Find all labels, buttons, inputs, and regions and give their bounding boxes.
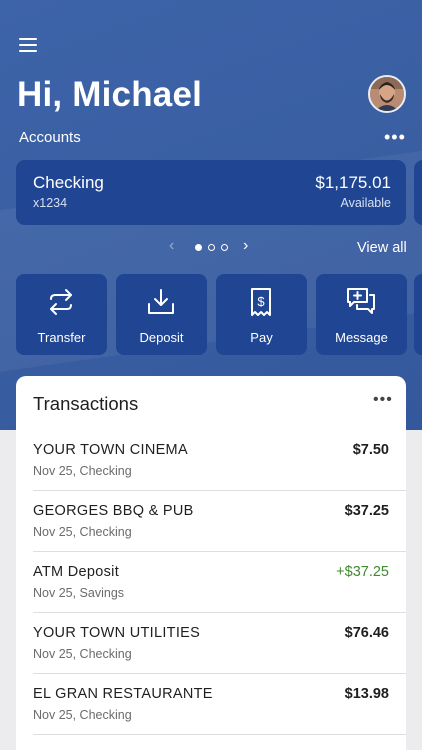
transaction-merchant: GEORGES BBQ & PUB [33, 503, 194, 519]
svg-text:$: $ [257, 294, 265, 309]
deposit-button[interactable]: Deposit [116, 274, 207, 355]
message-label: Message [335, 330, 388, 345]
transaction-row[interactable]: EL GRAN RESTAURANTE Nov 25, Checking $13… [16, 674, 406, 735]
message-icon [347, 288, 375, 314]
greeting-title: Hi, Michael [17, 75, 203, 114]
transaction-merchant: YOUR TOWN CINEMA [33, 442, 188, 458]
pay-bill-icon: $ [251, 288, 271, 316]
transaction-row[interactable]: ATM Deposit Nov 25, Savings +$37.25 [16, 552, 406, 613]
message-button[interactable]: Message [316, 274, 407, 355]
avatar[interactable] [368, 75, 406, 113]
transaction-row[interactable]: YOUR TOWN UTILITIES Nov 25, Checking $76… [16, 613, 406, 674]
transfer-button[interactable]: Transfer [16, 274, 107, 355]
page-dot [208, 244, 215, 251]
transaction-merchant: ATM Deposit [33, 564, 120, 580]
transaction-merchant: YOUR TOWN UTILITIES [33, 625, 201, 641]
deposit-label: Deposit [139, 330, 184, 345]
menu-icon[interactable] [19, 37, 39, 53]
more-horizontal-icon[interactable]: ••• [384, 127, 408, 147]
carousel-pager: ‹ › [165, 237, 260, 257]
transaction-meta: Nov 25, Checking [33, 708, 132, 722]
transfer-label: Transfer [37, 330, 86, 345]
transactions-card: Transactions ••• YOUR TOWN CINEMA Nov 25… [16, 376, 406, 750]
account-card-checking[interactable]: Checking x1234 $1,175.01 Available [16, 160, 406, 225]
transaction-amount-credit: +$37.25 [336, 564, 389, 580]
transaction-meta: Nov 25, Savings [33, 586, 125, 600]
more-actions-card[interactable] [414, 274, 422, 355]
transaction-meta: Nov 25, Checking [33, 647, 132, 661]
accounts-label: Accounts [19, 129, 81, 146]
more-horizontal-icon[interactable]: ••• [373, 391, 393, 409]
transactions-title: Transactions [33, 393, 139, 414]
next-account-card[interactable] [414, 160, 422, 225]
page-dot-active [195, 244, 202, 251]
account-balance: $1,175.01 [315, 173, 391, 192]
transaction-meta: Nov 25, Checking [33, 525, 132, 539]
chevron-left-icon[interactable]: ‹ [169, 237, 174, 255]
account-name: Checking [33, 173, 104, 192]
transaction-row[interactable]: YOUR TOWN CINEMA Nov 25, Checking $7.50 [16, 430, 406, 491]
page-dot [221, 244, 228, 251]
transaction-meta: Nov 25, Checking [33, 464, 132, 478]
view-all-link[interactable]: View all [357, 240, 407, 256]
deposit-icon [148, 289, 174, 314]
balance-label: Available [340, 196, 391, 210]
transaction-amount: $7.50 [352, 442, 389, 458]
transaction-amount: $13.98 [344, 686, 389, 702]
transfer-icon [50, 289, 72, 315]
account-number: x1234 [33, 196, 68, 210]
transaction-merchant: EL GRAN RESTAURANTE [33, 686, 213, 702]
divider [33, 734, 406, 735]
transaction-row[interactable]: GEORGES BBQ & PUB Nov 25, Checking $37.2… [16, 491, 406, 552]
transaction-amount: $76.46 [344, 625, 389, 641]
pay-label: Pay [250, 330, 273, 345]
pay-button[interactable]: $ Pay [216, 274, 307, 355]
transaction-amount: $37.25 [344, 503, 389, 519]
chevron-right-icon[interactable]: › [243, 237, 248, 255]
